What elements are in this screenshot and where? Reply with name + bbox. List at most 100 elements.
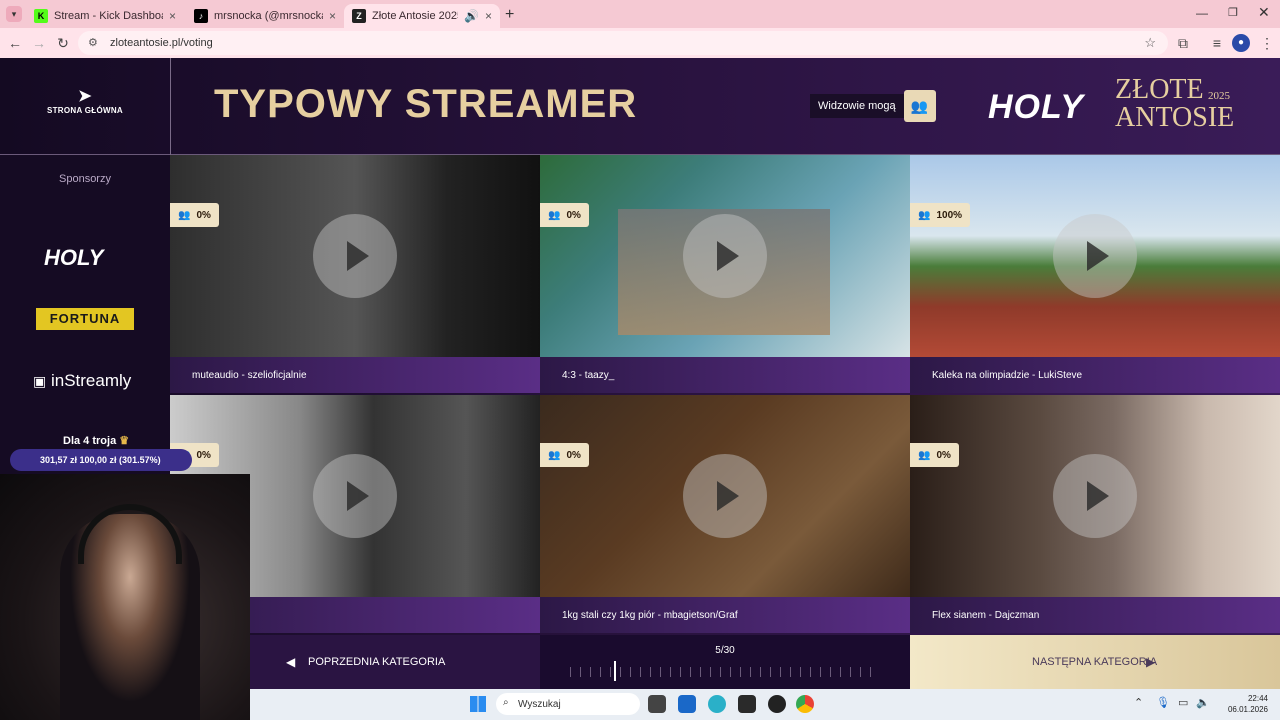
arrow-left-icon: ➤ [78, 88, 92, 105]
category-counter: 5/30 [715, 645, 735, 656]
audio-icon[interactable]: 🔊 [464, 9, 479, 23]
window-close-icon[interactable]: ✕ [1258, 4, 1270, 21]
vote-percentage-badge: 👥 0% [540, 443, 589, 467]
tab-tiktok[interactable]: ♪ mrsnocka (@mrsnocka) prowad × [186, 4, 344, 28]
vote-percentage: 0% [196, 449, 211, 461]
progress-ticks [570, 667, 880, 677]
maximize-icon[interactable]: ❐ [1228, 6, 1238, 19]
category-progress: 5/30 [540, 635, 910, 689]
menu-icon[interactable]: ⋮ [1258, 34, 1276, 52]
nominee-label: muteaudio - szelioficjalnie [170, 357, 540, 393]
minimize-icon[interactable]: — [1196, 6, 1208, 20]
tab-kick-dashboard[interactable]: K Stream - Kick Dashboard × [26, 4, 184, 28]
home-label: STRONA GŁÓWNA [46, 106, 124, 115]
obs-icon[interactable] [768, 695, 786, 713]
vote-percentage: 0% [936, 449, 951, 461]
users-icon: 👥 [178, 209, 191, 221]
windows-start-icon[interactable] [470, 696, 486, 712]
home-button[interactable]: ➤ STRONA GŁÓWNA [30, 88, 140, 128]
chrome-icon[interactable] [796, 695, 814, 713]
donation-goal-text: Dla 4 troja [63, 435, 117, 447]
vote-percentage: 0% [566, 449, 581, 461]
nominee-tile[interactable]: 👥 0% 1kg stali czy 1kg piór - mbagietson/… [540, 395, 910, 635]
nominee-tile[interactable]: 👥 0% 4:3 - taazy_ [540, 155, 910, 395]
nominee-tile[interactable]: 👥 0% Flex sianem - Dajczman [910, 395, 1280, 635]
clock-time: 22:44 [1247, 694, 1268, 703]
close-icon[interactable]: × [329, 9, 336, 23]
sponsor-holy-logo[interactable]: HOLY [44, 245, 103, 271]
tab-title: mrsnocka (@mrsnocka) prowad [214, 10, 323, 22]
clock-date: 06.01.2026 [1227, 705, 1268, 714]
tab-zlote-antosie[interactable]: Z Złote Antosie 2025 - Najwi 🔊 × [344, 4, 500, 28]
nominee-tile[interactable]: 👥 100% Kaleka na olimpiadzie - LukiSteve [910, 155, 1280, 395]
page-header: ➤ STRONA GŁÓWNA TYPOWY STREAMER Widzowie… [0, 58, 1280, 155]
taskbar-search[interactable]: ⌕ Wyszukaj [496, 693, 640, 715]
browser-toolbar: ← → ↻ ⚙ zloteantosie.pl/voting ☆ ⧉ ≡ ● ⋮ [0, 28, 1280, 58]
vote-percentage-badge: 👥 0% [910, 443, 959, 467]
new-tab-button[interactable]: + [505, 6, 514, 24]
viewers-label: Widzowie mogą [810, 94, 904, 118]
users-icon: 👥 [903, 90, 936, 122]
holy-logo: HOLY [988, 88, 1084, 126]
next-category-button[interactable]: NASTĘPNA KATEGORIA ▶ [910, 635, 1280, 689]
previous-category-button[interactable]: ◀ POPRZEDNIA KATEGORIA [250, 635, 540, 689]
sponsor-instreamly-text: inStreamly [50, 371, 132, 390]
close-icon[interactable]: × [485, 9, 492, 23]
vote-percentage: 0% [566, 209, 581, 221]
tab-title: Złote Antosie 2025 - Najwi [372, 10, 458, 22]
url-text: zloteantosie.pl/voting [110, 37, 213, 49]
tray-chevron-icon[interactable]: ⌃ [1134, 696, 1143, 709]
brand-year: 2025 [1208, 90, 1230, 102]
users-icon: 👥 [548, 209, 561, 221]
arrow-left-icon: ◀ [286, 655, 296, 669]
vote-percentage: 100% [936, 209, 963, 221]
close-icon[interactable]: × [169, 9, 176, 23]
site-info-icon[interactable]: ⚙ [88, 36, 98, 49]
crown-icon: ♛ [119, 435, 130, 447]
donation-goal-title: Dla 4 troja ♛ [63, 434, 129, 447]
vote-percentage-badge: 👥 0% [170, 203, 219, 227]
back-icon[interactable]: ← [6, 34, 24, 52]
edge-icon[interactable] [708, 695, 726, 713]
search-icon: ⌕ [503, 697, 509, 708]
bookmark-star-icon[interactable]: ☆ [1144, 35, 1156, 51]
play-button[interactable] [1053, 214, 1137, 298]
address-bar[interactable]: ⚙ zloteantosie.pl/voting ☆ [78, 31, 1168, 55]
play-button[interactable] [1053, 454, 1137, 538]
site-icon: Z [352, 9, 366, 23]
divider [170, 58, 171, 155]
clock[interactable]: 22:44 06.01.2026 [1216, 693, 1268, 715]
nominee-tile[interactable]: 👥 0% muteaudio - szelioficjalnie [170, 155, 540, 395]
tiktok-icon: ♪ [194, 9, 208, 23]
next-category-label: NASTĘPNA KATEGORIA [1032, 656, 1158, 668]
notes-app-icon[interactable] [738, 695, 756, 713]
extensions-icon[interactable]: ⧉ [1174, 34, 1192, 52]
arrow-right-icon: ▶ [1146, 655, 1156, 669]
windows-taskbar: ⌕ Wyszukaj ⌃ 🎙 ▭ 🔈 22:44 06.01.2026 [250, 689, 1280, 720]
play-button[interactable] [683, 454, 767, 538]
network-icon[interactable]: ▭ [1178, 696, 1188, 709]
nominee-label: Kaleka na olimpiadzie - LukiSteve [910, 357, 1280, 393]
tab-list-chevron-icon[interactable]: ▾ [6, 6, 22, 22]
volume-icon[interactable]: 🔈 [1196, 696, 1210, 709]
zlote-antosie-logo: ZŁOTE ANTOSIE [1115, 76, 1234, 132]
reload-icon[interactable]: ↻ [54, 34, 72, 52]
file-explorer-icon[interactable] [648, 695, 666, 713]
forward-icon[interactable]: → [30, 34, 48, 52]
webcam-overlay [0, 474, 250, 720]
outlook-icon[interactable] [678, 695, 696, 713]
play-button[interactable] [313, 214, 397, 298]
microphone-icon[interactable]: 🎙 [1156, 696, 1170, 709]
brand-antosie: ANTOSIE [1115, 102, 1235, 133]
play-button[interactable] [683, 214, 767, 298]
donation-amount: 301,57 zł 100,00 zł (301.57%) [40, 455, 161, 465]
users-icon: 👥 [548, 449, 561, 461]
media-icon[interactable]: ≡ [1208, 34, 1226, 52]
play-button[interactable] [313, 454, 397, 538]
nominee-label: 1kg stali czy 1kg piór - mbagietson/Graf [540, 597, 910, 633]
donation-goal-bar: 301,57 zł 100,00 zł (301.57%) [10, 449, 192, 471]
profile-avatar[interactable]: ● [1232, 34, 1250, 52]
sponsor-instreamly-logo[interactable]: ▣ inStreamly [33, 371, 131, 391]
sponsor-fortuna-logo[interactable]: FORTUNA [36, 308, 134, 330]
users-icon: 👥 [918, 209, 931, 221]
